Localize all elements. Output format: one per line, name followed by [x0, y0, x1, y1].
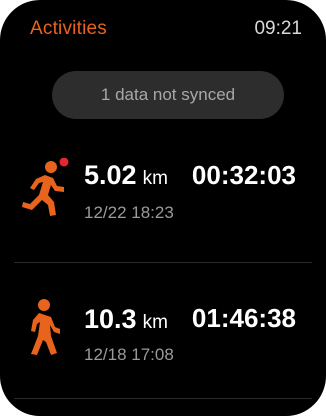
- activity-distance: 5.02 km: [84, 160, 168, 191]
- activity-item[interactable]: 5.02 km 00:32:03 12/22 18:23: [0, 142, 326, 262]
- distance-unit: km: [142, 312, 168, 333]
- activity-duration: 00:32:03: [191, 160, 296, 190]
- divider: [14, 398, 312, 399]
- watch-screen: Activities 09:21 1 data not synced 5.02 k…: [0, 0, 326, 416]
- activity-datetime: 12/18 17:08: [84, 345, 174, 364]
- activity-duration: 01:46:38: [191, 303, 296, 333]
- divider: [14, 262, 312, 263]
- walking-icon: [31, 299, 60, 355]
- distance-value: 10.3: [84, 304, 137, 334]
- sync-status-label: 1 data not synced: [100, 85, 236, 104]
- sync-status-button[interactable]: 1 data not synced: [52, 71, 284, 119]
- clock: 09:21: [254, 18, 302, 39]
- running-icon: [22, 158, 69, 216]
- page-title: Activities: [30, 18, 107, 39]
- distance-value: 5.02: [84, 160, 137, 190]
- activity-distance: 10.3 km: [84, 304, 168, 335]
- unsynced-indicator: [59, 158, 69, 167]
- activity-datetime: 12/22 18:23: [84, 203, 174, 222]
- activity-item[interactable]: 10.3 km 01:46:38 12/18 17:08: [0, 266, 326, 386]
- distance-unit: km: [142, 168, 168, 189]
